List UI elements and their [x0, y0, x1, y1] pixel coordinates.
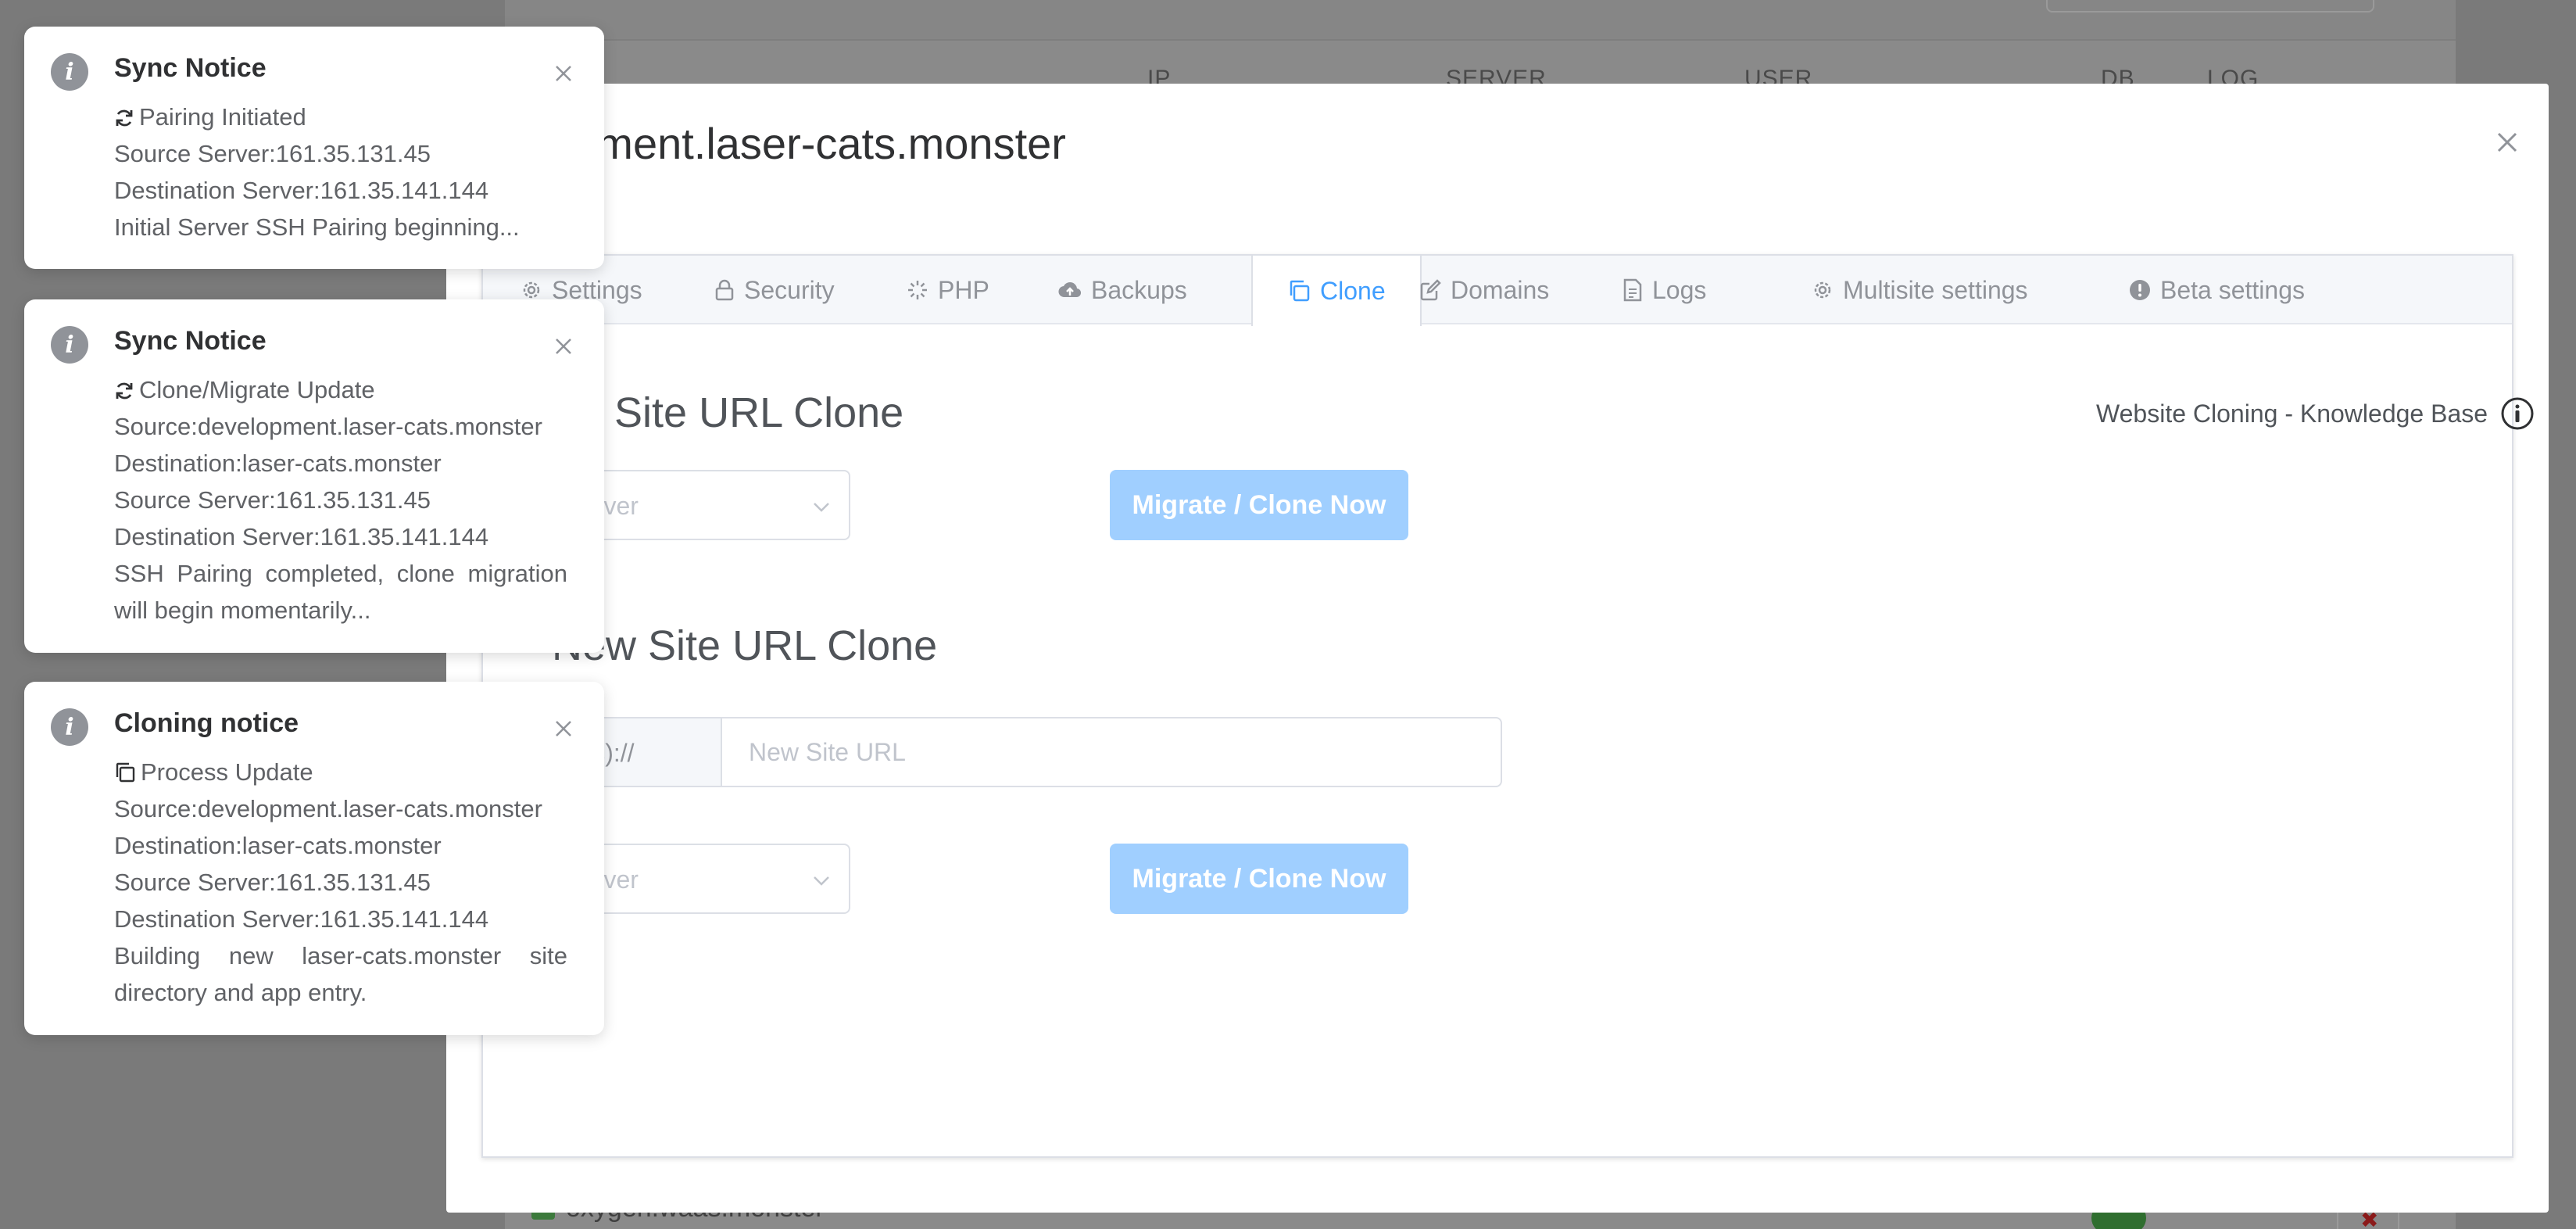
notification-line: Source Server:161.35.131.45	[114, 486, 431, 514]
tab-label: Backups	[1091, 275, 1187, 304]
notification-line: Destination Server:161.35.141.144	[114, 905, 489, 933]
notification-body: Pairing Initiated Source Server:161.35.1…	[114, 99, 567, 245]
chevron-down-icon	[814, 876, 829, 886]
tabs-card: Settings Security PHP Backups Clone Doma…	[481, 254, 2534, 1158]
tab-logs[interactable]: Logs	[1623, 256, 1706, 324]
notification-body: Process Update Source:development.laser-…	[114, 754, 567, 1011]
notification-line: SSH Pairing completed, clone migration w…	[114, 560, 567, 624]
notification-line: Source:development.laser-cats.monster	[114, 413, 542, 440]
document-icon	[1623, 278, 1642, 302]
cloud-upload-icon	[1058, 282, 1082, 298]
same-site-migrate-button[interactable]: Migrate / Clone Now	[1110, 470, 1408, 540]
modal-close-button[interactable]	[2488, 123, 2527, 162]
notification-line-text: Clone/Migrate Update	[139, 376, 375, 403]
modal-title: opment.laser-cats.monster	[548, 119, 1066, 168]
tab-label: Beta settings	[2160, 275, 2305, 304]
notification-line-text: Pairing Initiated	[139, 103, 306, 131]
notification-line-text: Process Update	[141, 758, 313, 786]
notification-body: Clone/Migrate Update Source:development.…	[114, 371, 567, 629]
notification-line: Building new laser-cats.monster site dir…	[114, 942, 567, 1006]
notification-line: Destination:laser-cats.monster	[114, 832, 442, 859]
notification-title: Sync Notice	[114, 53, 267, 83]
gear-icon	[523, 281, 540, 299]
notification-line: Source Server:161.35.131.45	[114, 140, 431, 167]
info-icon: i	[51, 326, 88, 364]
loading-icon	[908, 281, 927, 299]
notification-title: Cloning notice	[114, 708, 299, 738]
notification-close-button[interactable]	[548, 58, 579, 89]
new-site-clone-heading: New Site URL Clone	[552, 622, 938, 669]
notification-line: Destination:laser-cats.monster	[114, 450, 442, 477]
gear-icon	[1814, 281, 1831, 299]
knowledge-base-label: Website Cloning - Knowledge Base	[2096, 399, 2488, 428]
notification-sync-clone-update: i Sync Notice Clone/Migrate Update Sourc…	[24, 299, 604, 653]
notification-line: Source Server:161.35.131.45	[114, 869, 431, 896]
notification-close-button[interactable]	[548, 713, 579, 744]
tab-label: Clone	[1320, 276, 1386, 305]
info-circle-icon	[2501, 397, 2534, 430]
refresh-icon	[116, 382, 133, 400]
notification-title: Sync Notice	[114, 326, 267, 356]
tab-security[interactable]: Security	[714, 256, 835, 324]
info-icon: i	[51, 708, 88, 746]
tab-domains[interactable]: Domains	[1419, 256, 1549, 324]
close-icon	[556, 66, 571, 81]
tab-bar: Settings Security PHP Backups Clone Doma…	[483, 256, 2512, 326]
tab-php[interactable]: PHP	[907, 256, 989, 324]
notification-line: Pairing Initiated	[114, 99, 567, 135]
site-settings-modal: opment.laser-cats.monster Settings Secur…	[446, 84, 2549, 1213]
tab-label: Multisite settings	[1843, 275, 2028, 304]
notification-line: Destination Server:161.35.141.144	[114, 177, 489, 204]
notification-line: Source:development.laser-cats.monster	[114, 795, 542, 822]
new-site-migrate-button[interactable]: Migrate / Clone Now	[1110, 844, 1408, 914]
close-icon	[556, 721, 571, 736]
notification-line: Initial Server SSH Pairing beginning...	[114, 213, 520, 241]
edit-icon	[1420, 279, 1441, 301]
notification-cloning-process: i Cloning notice Process Update Source:d…	[24, 682, 604, 1035]
knowledge-base-link[interactable]: Website Cloning - Knowledge Base	[2096, 396, 2535, 431]
tab-multisite-settings[interactable]: Multisite settings	[1812, 256, 2028, 324]
notification-line: Process Update	[114, 754, 567, 790]
warning-icon	[2130, 280, 2150, 300]
notification-sync-pairing: i Sync Notice Pairing Initiated Source S…	[24, 27, 604, 269]
new-site-url-input[interactable]	[721, 717, 1502, 787]
copy-icon	[116, 762, 135, 783]
tab-label: PHP	[938, 275, 989, 304]
tab-clone[interactable]: Clone	[1251, 256, 1422, 326]
info-icon: i	[51, 53, 88, 91]
notification-line: Clone/Migrate Update	[114, 371, 567, 408]
tab-backups[interactable]: Backups	[1058, 256, 1187, 324]
tab-label: Logs	[1652, 275, 1707, 304]
refresh-icon	[116, 109, 133, 127]
close-icon	[2497, 132, 2517, 152]
notification-line: Destination Server:161.35.141.144	[114, 523, 489, 550]
tab-label: Security	[744, 275, 835, 304]
close-icon	[556, 339, 571, 354]
notification-close-button[interactable]	[548, 331, 579, 362]
background-search	[2046, 0, 2374, 13]
lock-icon	[715, 279, 734, 301]
tab-beta-settings[interactable]: Beta settings	[2129, 256, 2305, 324]
chevron-down-icon	[814, 503, 829, 512]
copy-icon	[1290, 280, 1310, 302]
tab-label: Domains	[1451, 275, 1550, 304]
